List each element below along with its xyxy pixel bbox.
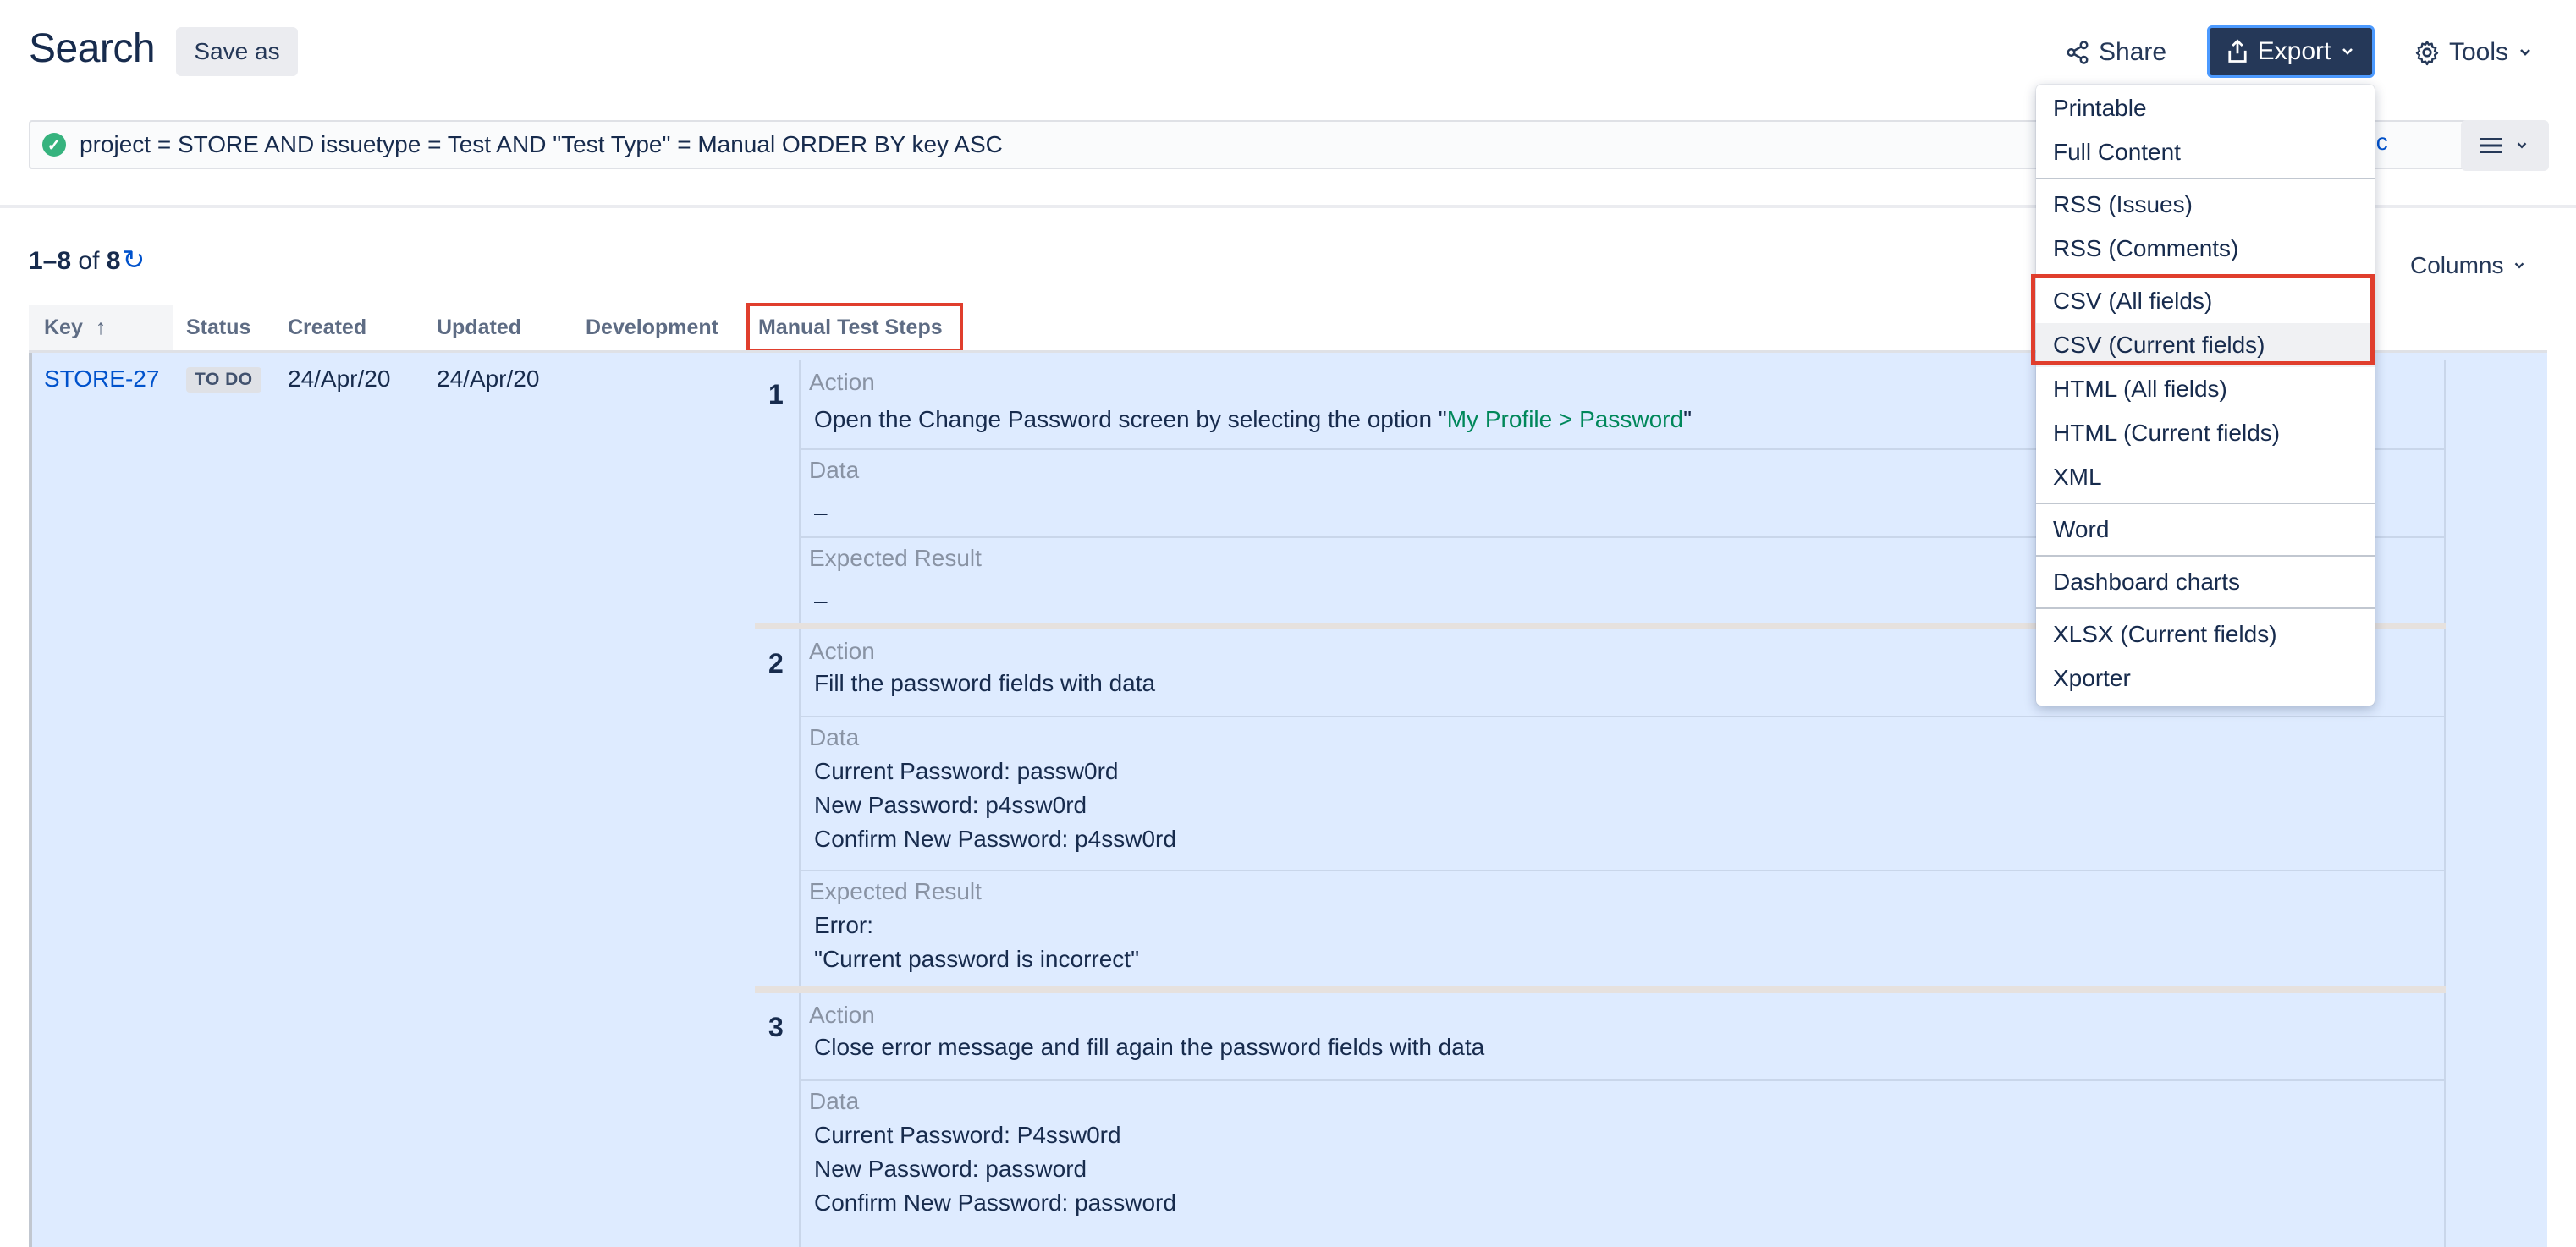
column-header-manual-test-steps[interactable]: Manual Test Steps: [746, 303, 963, 352]
share-button[interactable]: Share: [2065, 32, 2166, 73]
chevron-down-icon: [2520, 49, 2530, 56]
menu-separator: [2036, 607, 2375, 609]
sort-ascending-icon: ↑: [95, 316, 107, 339]
csv-options-highlight: [2031, 274, 2375, 365]
results-total: 8: [106, 247, 121, 275]
issue-key-link[interactable]: STORE-27: [44, 365, 159, 393]
step-action-text: Open the Change Password screen by selec…: [814, 406, 1447, 432]
menu-item-rss-issues[interactable]: RSS (Issues): [2036, 183, 2375, 227]
export-icon: [2228, 39, 2247, 63]
step-number: 3: [768, 1012, 784, 1042]
step-expected: Expected Result Error: "Current password…: [801, 870, 2446, 988]
menu-item-printable[interactable]: Printable: [2036, 86, 2375, 130]
results-of: of: [78, 247, 100, 275]
results-count: 1–8 of 8↻: [29, 244, 145, 276]
step-data-value: Current Password: passw0rd New Password:…: [814, 758, 1176, 852]
step-expected-label: Expected Result: [809, 878, 982, 904]
step-expected-value: Error: "Current password is incorrect": [814, 912, 1140, 972]
step-expected-value: –: [814, 587, 828, 613]
step-data-value: –: [814, 499, 828, 525]
menu-separator: [2036, 178, 2375, 179]
share-label: Share: [2099, 38, 2167, 66]
menu-separator: [2036, 555, 2375, 557]
step-action-suffix: ": [1683, 406, 1693, 432]
step-expected-label: Expected Result: [809, 545, 982, 571]
menu-separator: [2036, 503, 2375, 504]
step-action-label: Action: [809, 369, 875, 395]
view-options-button[interactable]: [2461, 120, 2549, 171]
menu-item-word[interactable]: Word: [2036, 508, 2375, 552]
refresh-icon[interactable]: ↻: [122, 244, 145, 275]
status-badge: TO DO: [186, 367, 261, 393]
column-header-updated[interactable]: Updated: [437, 305, 521, 350]
step-action-value: Close error message and fill again the p…: [814, 1034, 1485, 1060]
step-data-value: Current Password: P4ssw0rd New Password:…: [814, 1122, 1176, 1216]
menu-item-dashboard-charts[interactable]: Dashboard charts: [2036, 560, 2375, 604]
menu-item-full-content[interactable]: Full Content: [2036, 130, 2375, 174]
step-divider: [755, 986, 2446, 993]
menu-item-rss-comments[interactable]: RSS (Comments): [2036, 227, 2375, 271]
valid-check-icon: ✓: [42, 133, 66, 157]
step-data-label: Data: [809, 724, 860, 750]
export-dropdown-menu: Printable Full Content RSS (Issues) RSS …: [2036, 85, 2375, 706]
chevron-down-icon: [2515, 262, 2524, 269]
menu-item-xlsx-current-fields[interactable]: XLSX (Current fields): [2036, 613, 2375, 656]
export-button[interactable]: Export: [2207, 25, 2375, 78]
list-menu-icon: [2480, 138, 2502, 153]
column-header-created[interactable]: Created: [288, 305, 366, 350]
tools-label: Tools: [2449, 38, 2509, 66]
chevron-down-icon: [2342, 48, 2353, 55]
column-header-key[interactable]: Key ↑: [29, 305, 173, 350]
step-action-link[interactable]: My Profile > Password: [1447, 406, 1683, 432]
step-action-label: Action: [809, 1002, 875, 1028]
menu-item-xporter[interactable]: Xporter: [2036, 656, 2375, 700]
menu-item-html-current-fields[interactable]: HTML (Current fields): [2036, 411, 2375, 455]
menu-item-html-all-fields[interactable]: HTML (All fields): [2036, 367, 2375, 411]
chevron-down-icon: [2517, 142, 2527, 149]
share-icon: [2067, 41, 2089, 64]
step-data-label: Data: [809, 1088, 860, 1114]
columns-label: Columns: [2410, 252, 2504, 278]
step-number: 2: [768, 648, 784, 678]
step-number: 1: [768, 379, 784, 409]
save-as-button[interactable]: Save as: [176, 27, 298, 76]
gear-icon: [2415, 41, 2439, 66]
updated-date: 24/Apr/20: [437, 365, 540, 392]
jql-query-text: project = STORE AND issuetype = Test AND…: [80, 131, 1003, 157]
step-action-value: Open the Change Password screen by selec…: [814, 403, 1692, 437]
step-data: Data Current Password: passw0rd New Pass…: [801, 716, 2446, 871]
step-action-value: Fill the password fields with data: [814, 670, 1156, 696]
test-step: 3 Action Close error message and fill ag…: [755, 993, 2446, 1247]
step-action-label: Action: [809, 638, 875, 664]
column-header-status[interactable]: Status: [186, 305, 250, 350]
results-range: 1–8: [29, 247, 72, 275]
menu-item-xml[interactable]: XML: [2036, 455, 2375, 499]
step-data-label: Data: [809, 457, 860, 483]
column-header-key-label: Key: [44, 316, 83, 339]
export-label: Export: [2257, 37, 2331, 65]
step-action: Action Close error message and fill agai…: [801, 993, 2446, 1081]
step-body: Action Close error message and fill agai…: [799, 993, 2446, 1247]
page-title: Search: [29, 26, 156, 71]
step-data: Data Current Password: P4ssw0rd New Pass…: [801, 1079, 2446, 1247]
created-date: 24/Apr/20: [288, 365, 391, 392]
column-header-development[interactable]: Development: [586, 305, 718, 350]
tools-button[interactable]: Tools: [2414, 32, 2534, 73]
columns-button[interactable]: Columns: [2410, 252, 2527, 279]
